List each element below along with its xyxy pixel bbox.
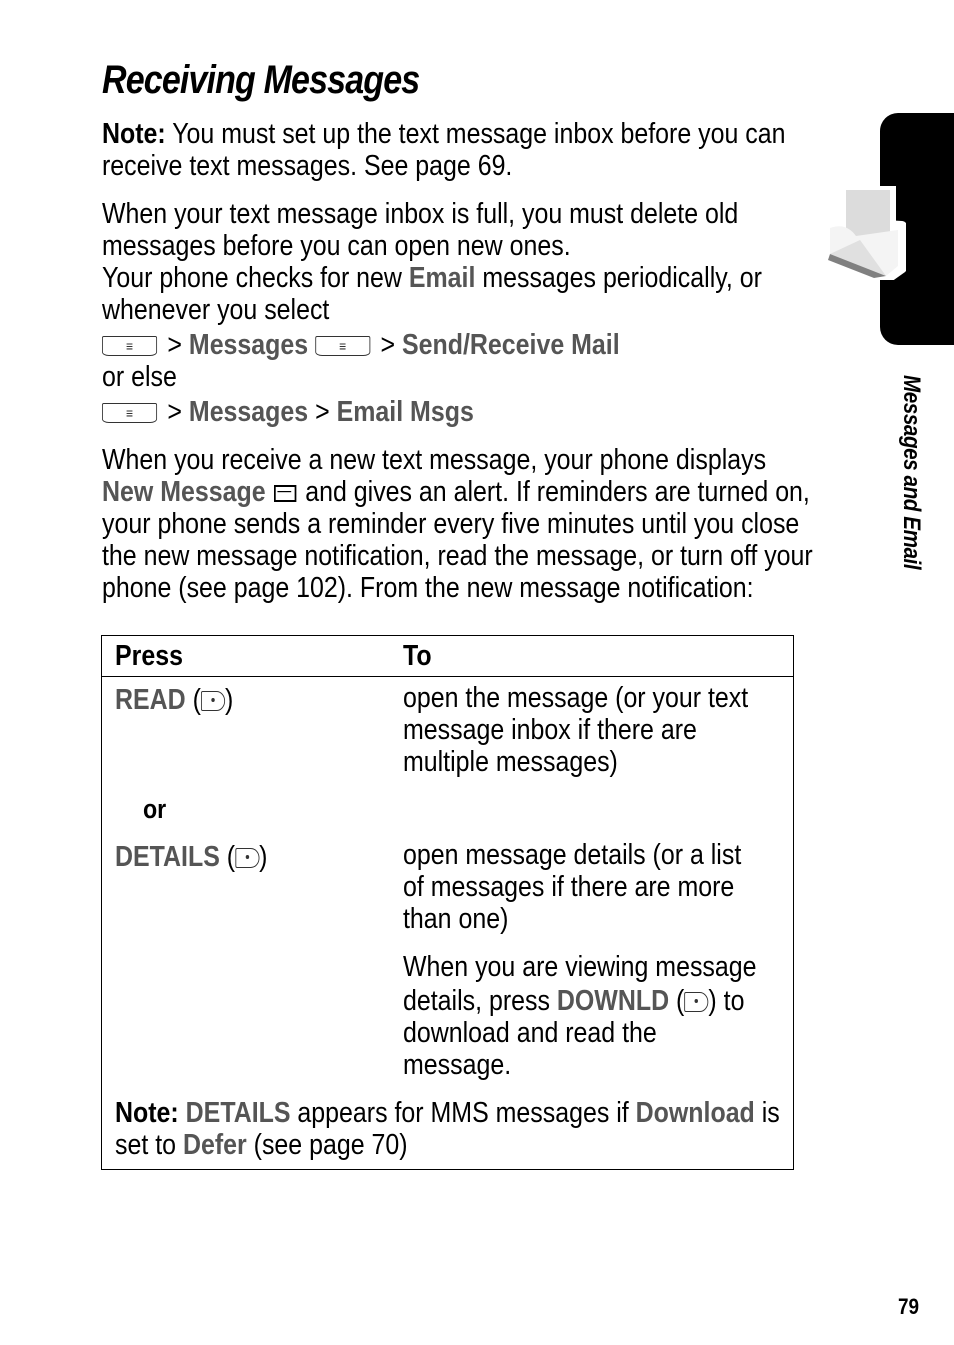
- header-to: To: [403, 640, 432, 672]
- select-key-icon: [235, 848, 260, 869]
- open-envelope-icon: [828, 186, 906, 280]
- or-label: or: [143, 794, 167, 824]
- header-press: Press: [115, 640, 183, 672]
- separator: >: [167, 329, 182, 361]
- text-line: When your text message inbox is full, yo…: [102, 198, 739, 230]
- text: messages periodically, or: [475, 262, 762, 294]
- desc-line: When you are viewing message: [403, 951, 757, 983]
- details-term: DETAILS: [185, 1097, 291, 1129]
- note-text: You must set up the text message inbox b…: [165, 118, 786, 150]
- table-note: Note: DETAILS appears for MMS messages i…: [115, 1097, 780, 1129]
- text-line: whenever you select: [102, 294, 330, 326]
- page-number: 79: [898, 1294, 920, 1319]
- text: ) to: [708, 985, 745, 1017]
- text: and gives an alert. If reminders are tur…: [298, 476, 810, 508]
- separator: >: [315, 396, 330, 428]
- details-key: DETAILS: [115, 841, 220, 873]
- note-text-2: receive text messages. See page 69.: [102, 150, 513, 182]
- page-title: Receiving Messages: [102, 58, 420, 102]
- select-key-icon: [684, 992, 709, 1013]
- menu-key-icon: [102, 397, 158, 429]
- path-item-email-msgs: Email Msgs: [336, 396, 474, 428]
- menu-path-1: > Messages > Send/Receive Mail: [102, 329, 842, 362]
- separator: >: [380, 329, 396, 361]
- email-term: Email: [408, 262, 476, 294]
- note-label: Note:: [102, 118, 166, 150]
- envelope-icon: [274, 484, 297, 502]
- path-item-messages: Messages: [188, 329, 309, 361]
- text: set to: [115, 1129, 183, 1161]
- text-line: When you receive a new text message, you…: [102, 444, 767, 476]
- text-line: messages before you can open new ones.: [102, 230, 571, 262]
- text: is: [754, 1097, 780, 1129]
- text-line: the new message notification, read the m…: [102, 540, 813, 572]
- text: (see page 70): [246, 1129, 408, 1161]
- downld-key: DOWNLD: [556, 985, 670, 1017]
- path-item-send-receive: Send/Receive Mail: [402, 329, 620, 361]
- receive-paragraph: When you receive a new text message, you…: [102, 444, 842, 604]
- text-line: phone (see page 102). From the new messa…: [102, 572, 754, 604]
- or-else: or else: [102, 361, 177, 393]
- table-header: Press To: [102, 636, 793, 677]
- desc-line: message.: [403, 1049, 512, 1081]
- menu-key-icon: [102, 330, 158, 362]
- read-key: READ: [115, 684, 186, 716]
- menu-key-icon: [315, 330, 371, 362]
- select-key-icon: [200, 691, 225, 712]
- intro-note: Note: You must set up the text message i…: [102, 118, 842, 182]
- text: appears for MMS messages if: [290, 1097, 636, 1129]
- table-note-2: set to Defer (see page 70): [115, 1129, 408, 1161]
- desc-line: than one): [403, 903, 509, 935]
- path-item-messages: Messages: [188, 396, 309, 428]
- desc-line: multiple messages): [403, 746, 618, 778]
- separator: >: [167, 396, 182, 428]
- desc-line: open the message (or your text: [403, 682, 749, 714]
- desc-line: open message details (or a list: [403, 839, 742, 871]
- download-term: Download: [635, 1097, 755, 1129]
- desc-line: download and read the: [403, 1017, 657, 1049]
- press-table: Press To READ () open the message (or yo…: [101, 635, 794, 1170]
- defer-term: Defer: [182, 1129, 247, 1161]
- menu-path-2: > Messages > Email Msgs: [102, 396, 842, 429]
- text-line: your phone sends a reminder every five m…: [102, 508, 800, 540]
- note-label: Note:: [115, 1097, 179, 1129]
- text: Your phone checks for new: [102, 262, 409, 294]
- text: details, press: [403, 985, 557, 1017]
- new-message-term: New Message: [102, 476, 266, 508]
- desc-line: message inbox if there are: [403, 714, 697, 746]
- inbox-full-paragraph: When your text message inbox is full, yo…: [102, 198, 842, 429]
- section-label: Messages and Email: [898, 375, 925, 570]
- desc-line: of messages if there are more: [403, 871, 735, 903]
